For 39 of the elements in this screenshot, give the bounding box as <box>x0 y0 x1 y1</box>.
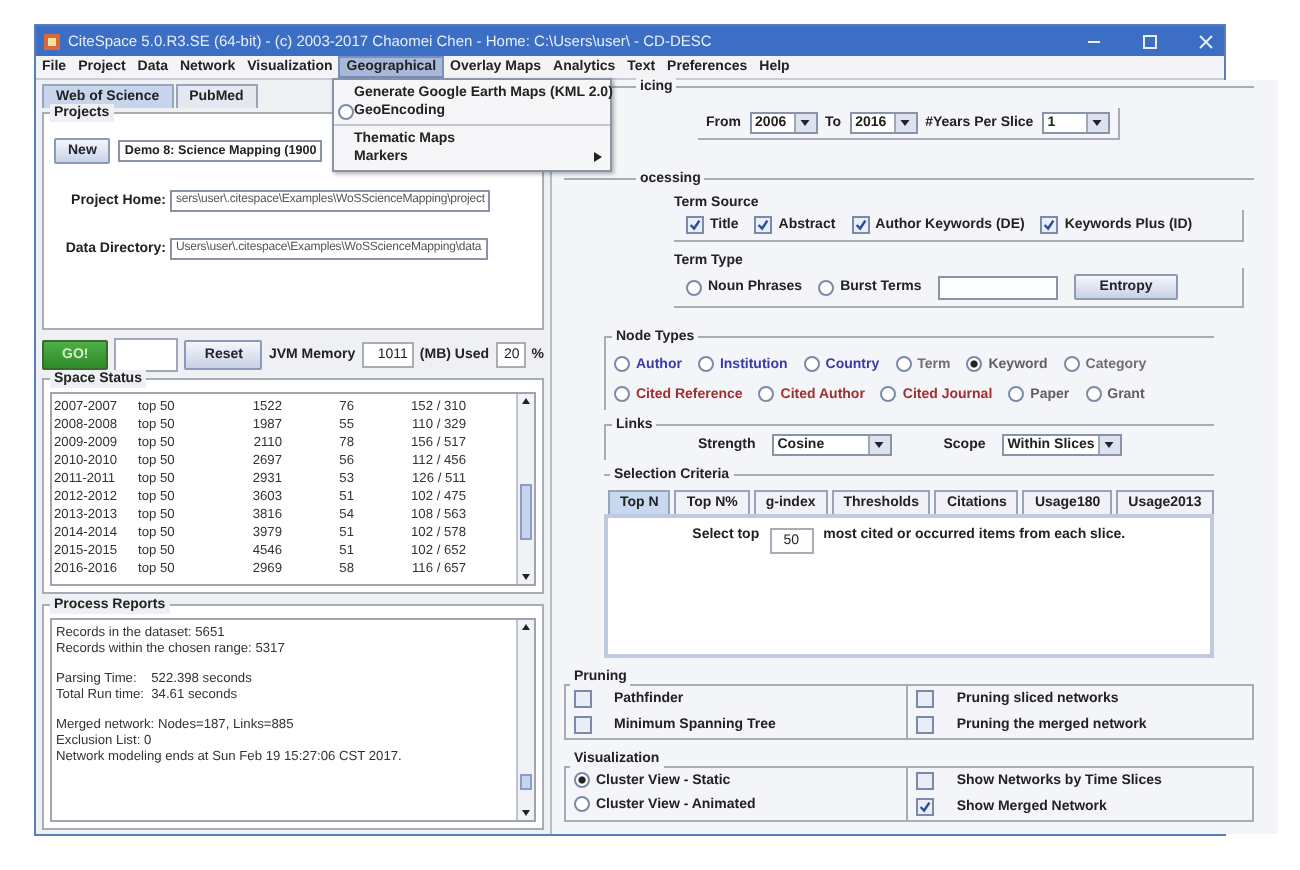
radio-button[interactable] <box>1008 386 1025 402</box>
checkbox[interactable] <box>574 716 592 734</box>
caret-icon <box>800 120 811 126</box>
radio-button[interactable] <box>758 386 775 402</box>
radio-button[interactable] <box>574 796 590 812</box>
checkbox[interactable] <box>916 772 935 790</box>
radio-button[interactable] <box>803 356 820 372</box>
radio-button[interactable] <box>880 386 897 402</box>
radio-button[interactable] <box>574 772 590 788</box>
radio-button[interactable] <box>1063 356 1080 372</box>
checkbox[interactable] <box>916 690 935 708</box>
radio-button[interactable] <box>895 356 912 372</box>
checkbox[interactable] <box>574 690 592 708</box>
submenu-arrow-icon <box>594 152 602 162</box>
caret-icon <box>1104 442 1115 448</box>
checkbox[interactable] <box>916 798 935 816</box>
caret-icon <box>874 442 885 448</box>
checkbox[interactable] <box>754 216 773 234</box>
radio-button[interactable] <box>1085 386 1102 402</box>
checkbox[interactable] <box>851 216 870 234</box>
scroll-bar[interactable] <box>516 620 534 820</box>
input-field[interactable] <box>937 275 1058 299</box>
checkbox[interactable] <box>916 716 935 734</box>
caret-icon <box>900 120 911 126</box>
radio-button[interactable] <box>338 103 354 119</box>
caret-icon <box>1092 120 1103 126</box>
app-icon <box>44 33 60 49</box>
maximize-icon[interactable] <box>1140 31 1160 51</box>
scroll-bar[interactable] <box>516 394 534 584</box>
radio-button[interactable] <box>697 356 714 372</box>
checkbox[interactable] <box>686 216 704 234</box>
close-icon[interactable] <box>1196 31 1216 51</box>
input-field[interactable] <box>114 337 179 372</box>
radio-button[interactable] <box>686 279 702 295</box>
radio-button[interactable] <box>966 356 983 372</box>
radio-button[interactable] <box>614 356 630 372</box>
radio-button[interactable] <box>818 279 835 295</box>
checkbox[interactable] <box>1040 216 1059 234</box>
radio-button[interactable] <box>614 386 630 402</box>
